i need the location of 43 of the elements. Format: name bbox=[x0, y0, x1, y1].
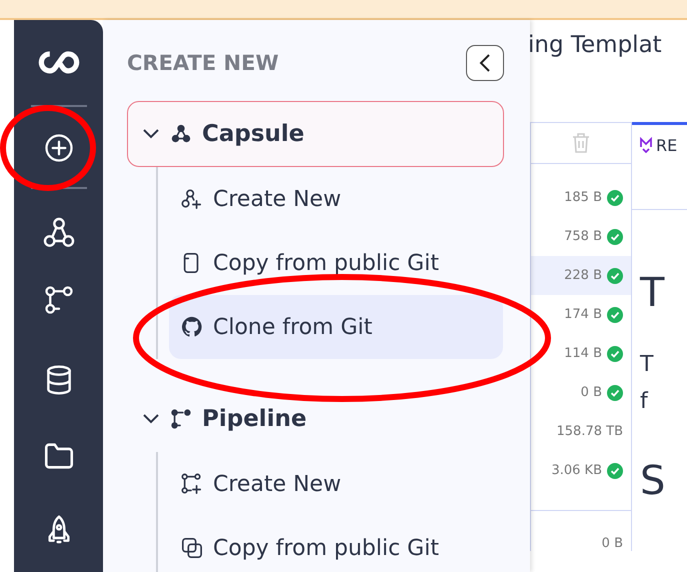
menu-item[interactable]: Copy from public Git bbox=[169, 231, 503, 295]
file-size: 0 B bbox=[580, 385, 602, 400]
add-icon[interactable] bbox=[44, 133, 74, 163]
file-size: 158.78 TB bbox=[556, 424, 623, 439]
menu-item[interactable]: Create New bbox=[169, 452, 503, 516]
menu-item[interactable]: Clone from Git bbox=[169, 295, 503, 359]
heading-text: S bbox=[640, 458, 666, 504]
collapse-button[interactable] bbox=[466, 45, 504, 81]
pipeline-icon bbox=[170, 408, 192, 430]
file-row[interactable]: 3.06 KB bbox=[531, 451, 631, 490]
file-row[interactable]: 228 B bbox=[531, 256, 631, 295]
file-size: 758 B bbox=[564, 229, 602, 244]
github-icon bbox=[181, 316, 203, 338]
copy-icon bbox=[181, 537, 203, 559]
file-row[interactable]: 758 B bbox=[531, 217, 631, 256]
file-size: 0 B bbox=[602, 536, 623, 551]
menu-item[interactable]: Copy from public Git bbox=[169, 516, 503, 572]
pipeline-icon[interactable] bbox=[44, 285, 74, 315]
capsule-add-icon bbox=[181, 188, 203, 210]
heading-text: T bbox=[640, 270, 666, 316]
menu-group-header[interactable]: Pipeline bbox=[127, 386, 504, 452]
file-row[interactable]: 185 B bbox=[531, 178, 631, 217]
file-size: 228 B bbox=[564, 268, 602, 283]
file-row[interactable]: 0 B bbox=[531, 373, 631, 412]
page-title: ing Templat bbox=[530, 31, 663, 60]
capsule-icon bbox=[170, 123, 192, 145]
panel-heading: CREATE NEW bbox=[127, 51, 279, 75]
file-size: 174 B bbox=[564, 307, 602, 322]
file-size: 185 B bbox=[564, 190, 602, 205]
file-size: 3.06 KB bbox=[551, 463, 602, 478]
file-size: 114 B bbox=[564, 346, 602, 361]
pipeline-add-icon bbox=[181, 473, 203, 495]
markdown-icon bbox=[640, 137, 652, 153]
menu-group-header[interactable]: Capsule bbox=[127, 101, 504, 167]
body-text: f bbox=[640, 389, 650, 414]
menu-item[interactable]: Create New bbox=[169, 167, 503, 231]
readme-tab[interactable]: RE bbox=[640, 125, 687, 165]
capsule-icon[interactable] bbox=[42, 217, 74, 249]
file-row[interactable]: 174 B bbox=[531, 295, 631, 334]
body-text: T bbox=[640, 352, 654, 377]
file-row[interactable]: 158.78 TB bbox=[531, 412, 631, 451]
chevron-left-icon bbox=[478, 53, 492, 73]
file-row[interactable]: 114 B bbox=[531, 334, 631, 373]
